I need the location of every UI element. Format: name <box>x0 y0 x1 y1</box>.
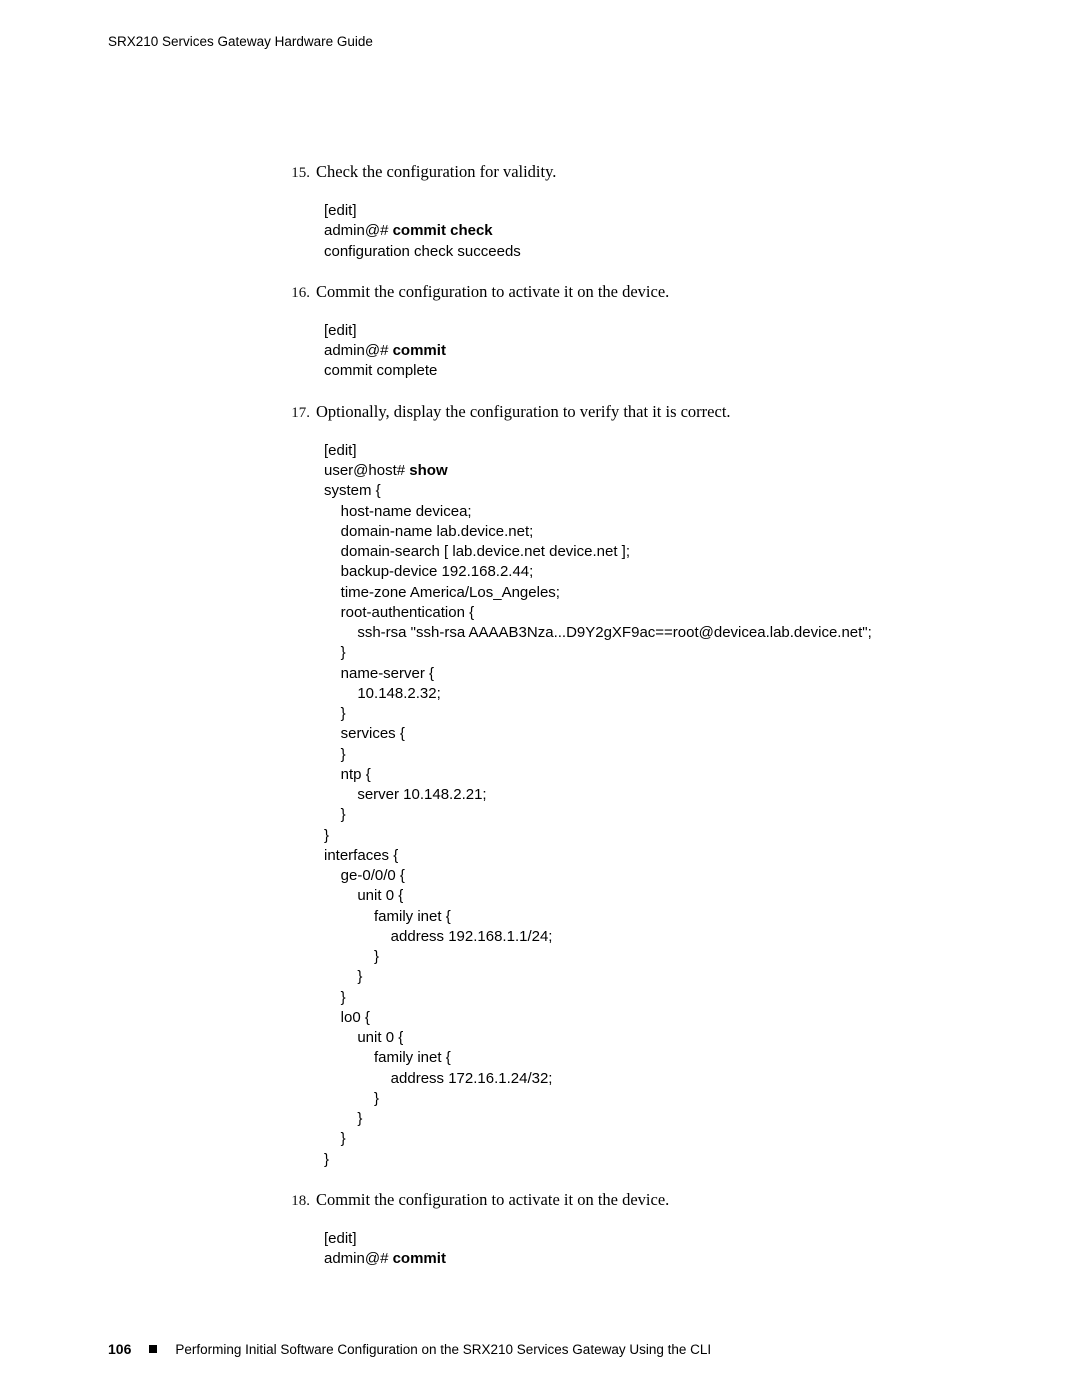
step-number: 15. <box>282 165 310 182</box>
page-number: 106 <box>108 1341 131 1357</box>
step-number: 18. <box>282 1193 310 1210</box>
step-number: 16. <box>282 285 310 302</box>
step-text: Optionally, display the configuration to… <box>316 400 731 423</box>
square-bullet-icon <box>149 1345 157 1353</box>
step-17: 17. Optionally, display the configuratio… <box>282 400 990 1170</box>
code-block: [edit] user@host# show system { host-nam… <box>324 441 990 1170</box>
code-block: [edit] admin@# commit commit complete <box>324 321 990 382</box>
step-number: 17. <box>282 405 310 422</box>
step-text: Commit the configuration to activate it … <box>316 1188 669 1211</box>
code-block: [edit] admin@# commit <box>324 1229 990 1270</box>
running-header: SRX210 Services Gateway Hardware Guide <box>108 34 373 49</box>
step-text: Check the configuration for validity. <box>316 160 556 183</box>
step-head: 16. Commit the configuration to activate… <box>282 280 990 303</box>
step-18: 18. Commit the configuration to activate… <box>282 1188 990 1270</box>
step-head: 17. Optionally, display the configuratio… <box>282 400 990 423</box>
header-title: SRX210 Services Gateway Hardware Guide <box>108 34 373 49</box>
code-block: [edit] admin@# commit check configuratio… <box>324 201 990 262</box>
step-head: 18. Commit the configuration to activate… <box>282 1188 990 1211</box>
page-footer: 106 Performing Initial Software Configur… <box>108 1341 711 1357</box>
footer-section-title: Performing Initial Software Configuratio… <box>175 1342 711 1357</box>
content-area: 15. Check the configuration for validity… <box>282 160 990 1287</box>
step-text: Commit the configuration to activate it … <box>316 280 669 303</box>
step-16: 16. Commit the configuration to activate… <box>282 280 990 382</box>
step-head: 15. Check the configuration for validity… <box>282 160 990 183</box>
page: SRX210 Services Gateway Hardware Guide 1… <box>0 0 1080 1397</box>
step-15: 15. Check the configuration for validity… <box>282 160 990 262</box>
